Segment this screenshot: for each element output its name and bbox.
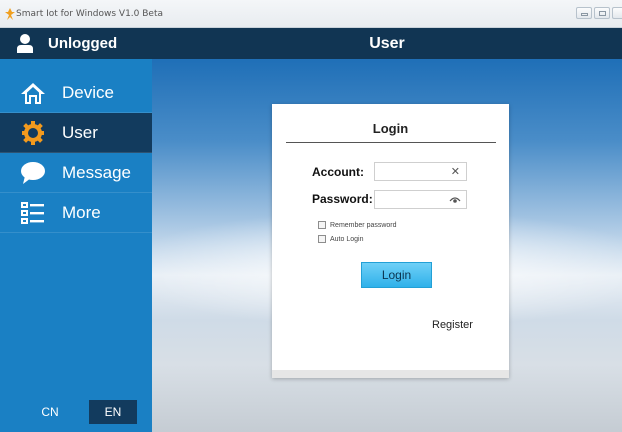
language-en-button[interactable]: EN bbox=[89, 400, 137, 424]
password-field[interactable] bbox=[374, 190, 467, 209]
remember-password-checkbox[interactable] bbox=[318, 221, 326, 229]
divider bbox=[286, 142, 496, 143]
page-title: User bbox=[369, 35, 405, 52]
minimize-button[interactable] bbox=[576, 7, 592, 19]
account-label: Account: bbox=[312, 165, 364, 179]
sidebar-item-label: User bbox=[62, 123, 98, 142]
sidebar-item-more[interactable]: More bbox=[0, 193, 152, 233]
user-status-label: Unlogged bbox=[48, 35, 118, 52]
password-label: Password: bbox=[312, 192, 373, 206]
eye-icon[interactable] bbox=[449, 195, 461, 205]
home-icon bbox=[21, 83, 45, 104]
user-icon bbox=[17, 34, 33, 53]
maximize-button[interactable] bbox=[594, 7, 610, 19]
title-bar: Smart Iot for Windows V1.0 Beta bbox=[0, 0, 622, 28]
auto-login-label: Auto Login bbox=[330, 235, 364, 243]
register-link[interactable]: Register bbox=[432, 319, 473, 331]
login-title: Login bbox=[372, 121, 409, 136]
sidebar-item-user[interactable]: User bbox=[0, 113, 152, 153]
dialog-footer bbox=[272, 370, 509, 378]
window-controls bbox=[576, 7, 622, 19]
auto-login-checkbox[interactable] bbox=[318, 235, 326, 243]
sidebar-item-label: Device bbox=[62, 83, 114, 102]
login-button[interactable]: Login bbox=[361, 262, 432, 288]
sidebar-item-label: More bbox=[62, 203, 101, 222]
maximize-icon bbox=[599, 11, 606, 16]
gear-icon bbox=[22, 121, 44, 145]
app-icon bbox=[5, 8, 15, 20]
user-status[interactable]: Unlogged bbox=[0, 28, 152, 59]
sidebar: Unlogged Device User Message More CN EN bbox=[0, 28, 152, 432]
login-dialog: Login bbox=[272, 104, 509, 378]
page-header: User bbox=[152, 28, 622, 59]
list-icon bbox=[21, 202, 44, 224]
minimize-icon bbox=[581, 13, 588, 16]
language-cn-button[interactable]: CN bbox=[34, 400, 66, 424]
sidebar-item-message[interactable]: Message bbox=[0, 153, 152, 193]
sidebar-item-device[interactable]: Device bbox=[0, 73, 152, 113]
close-button[interactable] bbox=[612, 7, 622, 19]
remember-password-option[interactable]: Remember password bbox=[318, 221, 397, 229]
clear-icon[interactable]: ✕ bbox=[451, 165, 460, 179]
window-title: Smart Iot for Windows V1.0 Beta bbox=[16, 9, 163, 19]
account-field[interactable]: ✕ bbox=[374, 162, 467, 181]
sidebar-item-label: Message bbox=[62, 163, 131, 182]
chat-bubble-icon bbox=[21, 162, 45, 184]
remember-password-label: Remember password bbox=[330, 221, 397, 229]
auto-login-option[interactable]: Auto Login bbox=[318, 235, 363, 243]
